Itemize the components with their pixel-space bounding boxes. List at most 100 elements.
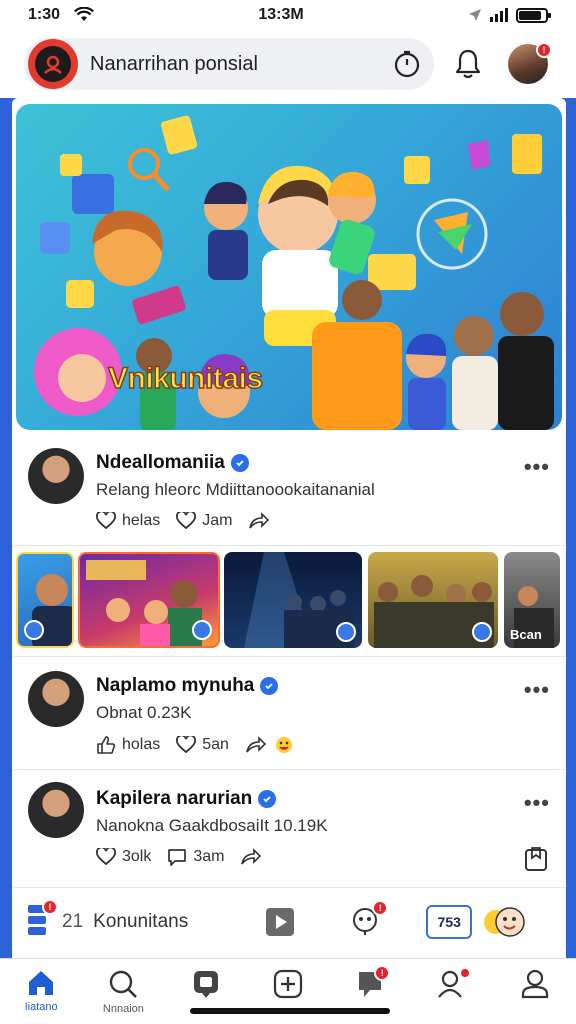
heart-icon bbox=[176, 512, 197, 530]
thumbs-up-icon bbox=[97, 736, 116, 754]
nav-friends[interactable] bbox=[423, 967, 483, 999]
like-button[interactable]: holas bbox=[96, 735, 160, 755]
media-type-icon bbox=[336, 622, 356, 642]
media-carousel[interactable]: Bcan bbox=[12, 546, 566, 656]
community-bar: ! 21 Konunitans ! 753 bbox=[12, 888, 566, 956]
post-author[interactable]: Naplamo mynuha bbox=[96, 675, 279, 697]
post-subtitle: Relang hleorc Mdiittanoookaitananial bbox=[96, 480, 375, 499]
react-button[interactable]: Jam bbox=[176, 512, 232, 530]
feed-post[interactable]: Naplamo mynuha Obnat 0.23K holas 5an ••• bbox=[12, 656, 566, 770]
post-author-name: Kapilera narurian bbox=[96, 788, 253, 809]
status-left: 1:30 bbox=[28, 6, 95, 24]
more-options-icon[interactable]: ••• bbox=[524, 677, 550, 703]
post-subtitle: Obnat 0.23K bbox=[96, 703, 192, 722]
content-frame: Vnikunitais Ndeallomaniia Relang hleorc … bbox=[0, 98, 576, 958]
banner-title: Vnikunitais bbox=[107, 361, 264, 396]
verified-icon bbox=[230, 454, 249, 472]
logo-mark-icon bbox=[44, 55, 62, 74]
status-center-time: 13:3M bbox=[258, 6, 304, 23]
nav-notifications[interactable]: ! bbox=[340, 965, 400, 999]
more-options-icon[interactable]: ••• bbox=[524, 790, 550, 816]
wifi-icon bbox=[74, 7, 95, 21]
search-icon bbox=[110, 970, 138, 998]
post-author[interactable]: Kapilera narurian bbox=[96, 788, 277, 810]
battery-icon bbox=[515, 7, 551, 23]
post-actions: holas 5an bbox=[96, 735, 293, 755]
nav-search[interactable]: Nnnaion bbox=[93, 969, 153, 1015]
share-icon[interactable] bbox=[240, 848, 262, 866]
media-type-icon bbox=[472, 622, 492, 642]
counter-badge[interactable]: 753 bbox=[426, 905, 473, 939]
post-author[interactable]: Ndeallomaniia bbox=[96, 452, 249, 474]
profile-avatar[interactable]: ! bbox=[508, 42, 552, 84]
heart-icon bbox=[96, 848, 116, 866]
nav-home[interactable]: Iiatano bbox=[11, 969, 71, 1013]
bot-button[interactable]: ! bbox=[350, 899, 389, 941]
post-actions: helas Jam bbox=[96, 512, 270, 530]
comment-label: 3am bbox=[193, 848, 225, 865]
location-icon bbox=[468, 9, 481, 21]
like-button[interactable]: 3olk bbox=[96, 848, 151, 866]
bottom-navigation: Iiatano Nnnaion ! bbox=[0, 958, 576, 1024]
react-label: Jam bbox=[202, 512, 233, 529]
banner-illustration bbox=[34, 115, 554, 430]
like-label: holas bbox=[122, 736, 161, 753]
user-icon bbox=[521, 969, 548, 999]
media-thumbnail[interactable] bbox=[78, 552, 220, 648]
share-icon[interactable] bbox=[245, 736, 267, 754]
nav-messages[interactable] bbox=[176, 969, 236, 999]
search-bar[interactable]: Nanarrihan ponsial bbox=[24, 38, 434, 90]
emoji-reaction-icon[interactable] bbox=[275, 736, 293, 754]
nav-notification-badge: ! bbox=[374, 965, 391, 981]
verified-icon bbox=[258, 790, 277, 808]
like-label: 3olk bbox=[122, 848, 152, 865]
nav-profile[interactable] bbox=[505, 969, 565, 999]
media-thumbnail[interactable]: Bcan bbox=[504, 552, 560, 648]
post-actions: 3olk 3am bbox=[96, 848, 262, 866]
timer-icon[interactable] bbox=[392, 49, 422, 79]
status-time: 1:30 bbox=[28, 6, 61, 23]
more-options-icon[interactable]: ••• bbox=[524, 454, 550, 480]
top-header: Nanarrihan ponsial ! bbox=[0, 30, 576, 98]
nav-home-label: Iiatano bbox=[24, 1001, 58, 1013]
search-input[interactable]: Nanarrihan ponsial bbox=[90, 53, 380, 76]
share-icon[interactable] bbox=[248, 512, 270, 530]
nav-search-label: Nnnaion bbox=[102, 1003, 144, 1015]
status-right bbox=[468, 7, 551, 23]
home-indicator bbox=[190, 1008, 390, 1014]
media-thumbnail[interactable] bbox=[16, 552, 74, 648]
verified-icon bbox=[260, 677, 279, 695]
post-avatar[interactable] bbox=[28, 671, 84, 727]
feed: Vnikunitais Ndeallomaniia Relang hleorc … bbox=[12, 98, 566, 958]
heart-icon bbox=[176, 736, 197, 754]
bookmark-icon[interactable] bbox=[524, 846, 548, 872]
heart-icon bbox=[96, 512, 116, 530]
post-avatar[interactable] bbox=[28, 448, 84, 504]
play-icon[interactable] bbox=[264, 906, 296, 938]
feed-post[interactable]: Kapilera narurian Nanokna GaakdbosaiIt 1… bbox=[12, 770, 566, 888]
react-button[interactable]: 5an bbox=[176, 736, 229, 754]
media-thumbnail[interactable] bbox=[368, 552, 498, 648]
post-author-name: Naplamo mynuha bbox=[96, 675, 255, 696]
notifications-button[interactable] bbox=[448, 44, 488, 84]
bell-icon bbox=[455, 49, 481, 79]
counter-value: 753 bbox=[437, 914, 461, 930]
chat-icon bbox=[193, 971, 218, 998]
community-banner[interactable]: Vnikunitais bbox=[16, 104, 562, 430]
post-subtitle: Nanokna GaakdbosaiIt 10.19K bbox=[96, 816, 328, 835]
plus-square-icon bbox=[273, 969, 303, 999]
like-button[interactable]: helas bbox=[96, 512, 160, 530]
community-count: 21 bbox=[62, 911, 84, 932]
comment-button[interactable]: 3am bbox=[167, 848, 224, 866]
feed-post[interactable]: Ndeallomaniia Relang hleorc Mdiittanoook… bbox=[12, 434, 566, 546]
emoji-reactions-icon[interactable] bbox=[482, 902, 528, 942]
media-type-icon bbox=[24, 620, 44, 640]
signal-icon bbox=[489, 8, 508, 22]
post-avatar[interactable] bbox=[28, 782, 84, 838]
media-thumbnail[interactable] bbox=[224, 552, 362, 648]
app-logo[interactable] bbox=[28, 39, 78, 89]
community-stack-button[interactable]: ! bbox=[26, 898, 58, 942]
nav-create[interactable] bbox=[258, 969, 318, 999]
react-label: 5an bbox=[202, 736, 229, 753]
community-label[interactable]: Konunitans bbox=[93, 911, 188, 933]
